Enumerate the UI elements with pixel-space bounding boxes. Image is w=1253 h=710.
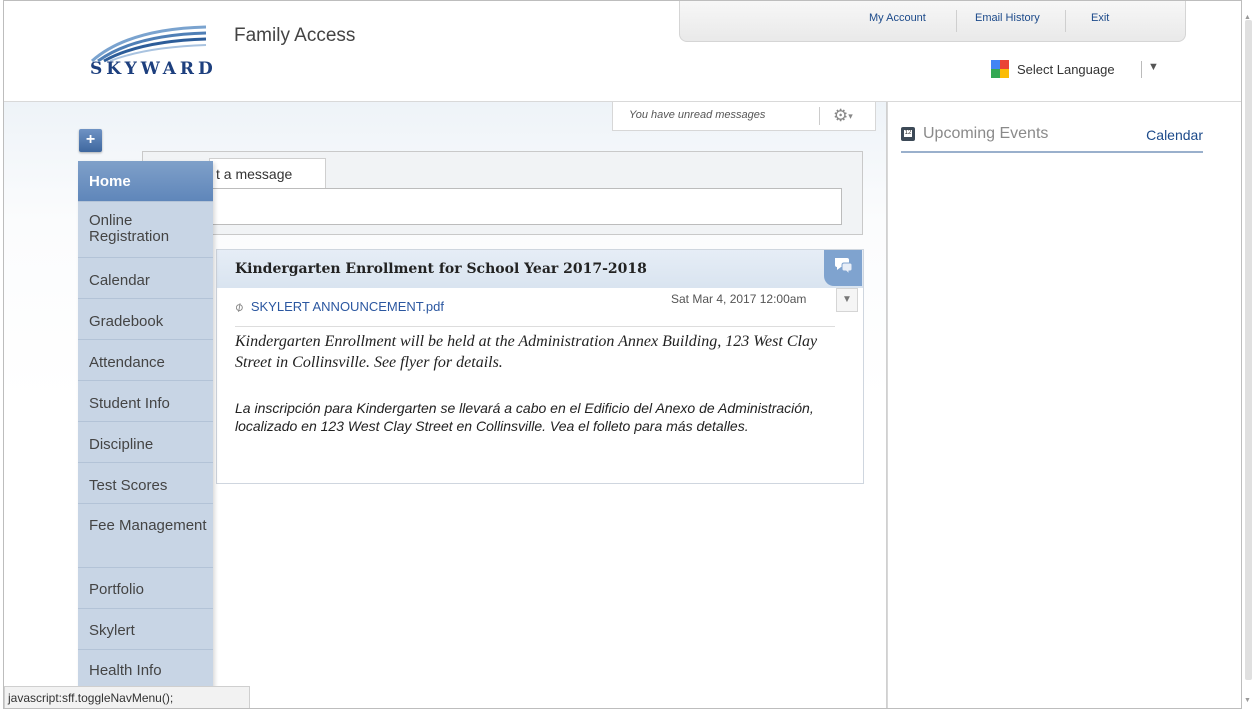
chat-bubble-icon <box>835 258 853 275</box>
divider <box>1141 61 1142 78</box>
skyward-logo[interactable]: SKYWARD <box>88 23 228 83</box>
chevron-down-icon: ▼ <box>1148 61 1159 73</box>
divider <box>956 10 957 32</box>
scroll-down-icon[interactable]: ▼ <box>1244 697 1251 704</box>
top-links-bar: My Account Email History Exit <box>679 1 1186 42</box>
vertical-scrollbar[interactable]: ▲ ▼ <box>1242 0 1253 710</box>
post-message-panel: t a message <box>142 151 863 235</box>
paperclip-icon: ⌀ <box>231 298 247 315</box>
brand-name: SKYWARD <box>90 59 217 79</box>
upcoming-events-header: 12 Upcoming Events Calendar <box>901 123 1203 153</box>
browser-page: SKYWARD Family Access My Account Email H… <box>3 0 1242 709</box>
header: SKYWARD Family Access My Account Email H… <box>4 1 1241 102</box>
nav-item-portfolio[interactable]: Portfolio <box>78 568 213 609</box>
message-title: Kindergarten Enrollment for School Year … <box>235 261 647 277</box>
nav-item-student-info[interactable]: Student Info <box>78 381 213 422</box>
divider <box>235 326 835 327</box>
unread-messages-bar: You have unread messages ⚙▾ <box>612 102 876 131</box>
attachment-link[interactable]: ⌀ SKYLERT ANNOUNCEMENT.pdf <box>231 298 444 315</box>
message-header: Kindergarten Enrollment for School Year … <box>217 250 863 288</box>
reply-button[interactable] <box>824 250 862 286</box>
nav-item-test-scores[interactable]: Test Scores <box>78 463 213 504</box>
unread-messages-link[interactable]: You have unread messages <box>629 109 765 121</box>
nav-item-online-registration[interactable]: Online Registration <box>78 202 213 258</box>
gear-icon[interactable]: ⚙▾ <box>833 106 853 126</box>
exit-link[interactable]: Exit <box>1091 12 1109 24</box>
post-message-input[interactable] <box>209 188 842 225</box>
scrollbar-thumb[interactable] <box>1245 20 1252 680</box>
calendar-link[interactable]: Calendar <box>1146 127 1203 143</box>
language-label: Select Language <box>1017 62 1115 77</box>
nav-menu: Home Online Registration Calendar Gradeb… <box>78 161 213 708</box>
nav-item-calendar[interactable]: Calendar <box>78 258 213 299</box>
email-history-link[interactable]: Email History <box>975 12 1040 24</box>
my-account-link[interactable]: My Account <box>869 12 926 24</box>
google-translate-icon <box>991 60 1009 78</box>
browser-status-bar: javascript:sff.toggleNavMenu(); <box>4 686 250 708</box>
nav-item-skylert[interactable]: Skylert <box>78 609 213 650</box>
message-body-spanish: La inscripción para Kindergarten se llev… <box>235 400 814 434</box>
language-selector[interactable]: Select Language ▼ <box>988 58 1174 82</box>
attachment-name: SKYLERT ANNOUNCEMENT.pdf <box>250 299 444 314</box>
message-options-dropdown[interactable]: ▼ <box>836 288 858 312</box>
upcoming-events-title: Upcoming Events <box>923 125 1049 142</box>
nav-item-gradebook[interactable]: Gradebook <box>78 299 213 340</box>
toggle-nav-button[interactable]: + <box>79 129 102 152</box>
post-message-tab[interactable]: t a message <box>209 158 326 188</box>
right-panel <box>887 102 1241 708</box>
divider <box>1065 10 1066 32</box>
divider <box>819 107 820 125</box>
message-body-english: Kindergarten Enrollment will be held at … <box>235 333 818 371</box>
swoosh-icon <box>91 25 207 63</box>
app-title: Family Access <box>234 25 356 46</box>
nav-item-discipline[interactable]: Discipline <box>78 422 213 463</box>
calendar-icon: 12 <box>901 127 915 141</box>
nav-item-fee-management[interactable]: Fee Management <box>78 504 213 568</box>
message-card: Kindergarten Enrollment for School Year … <box>216 249 864 484</box>
calendar-icon-date: 12 <box>904 130 912 137</box>
message-date: Sat Mar 4, 2017 12:00am <box>671 292 807 306</box>
nav-item-home[interactable]: Home <box>78 161 213 202</box>
nav-item-attendance[interactable]: Attendance <box>78 340 213 381</box>
